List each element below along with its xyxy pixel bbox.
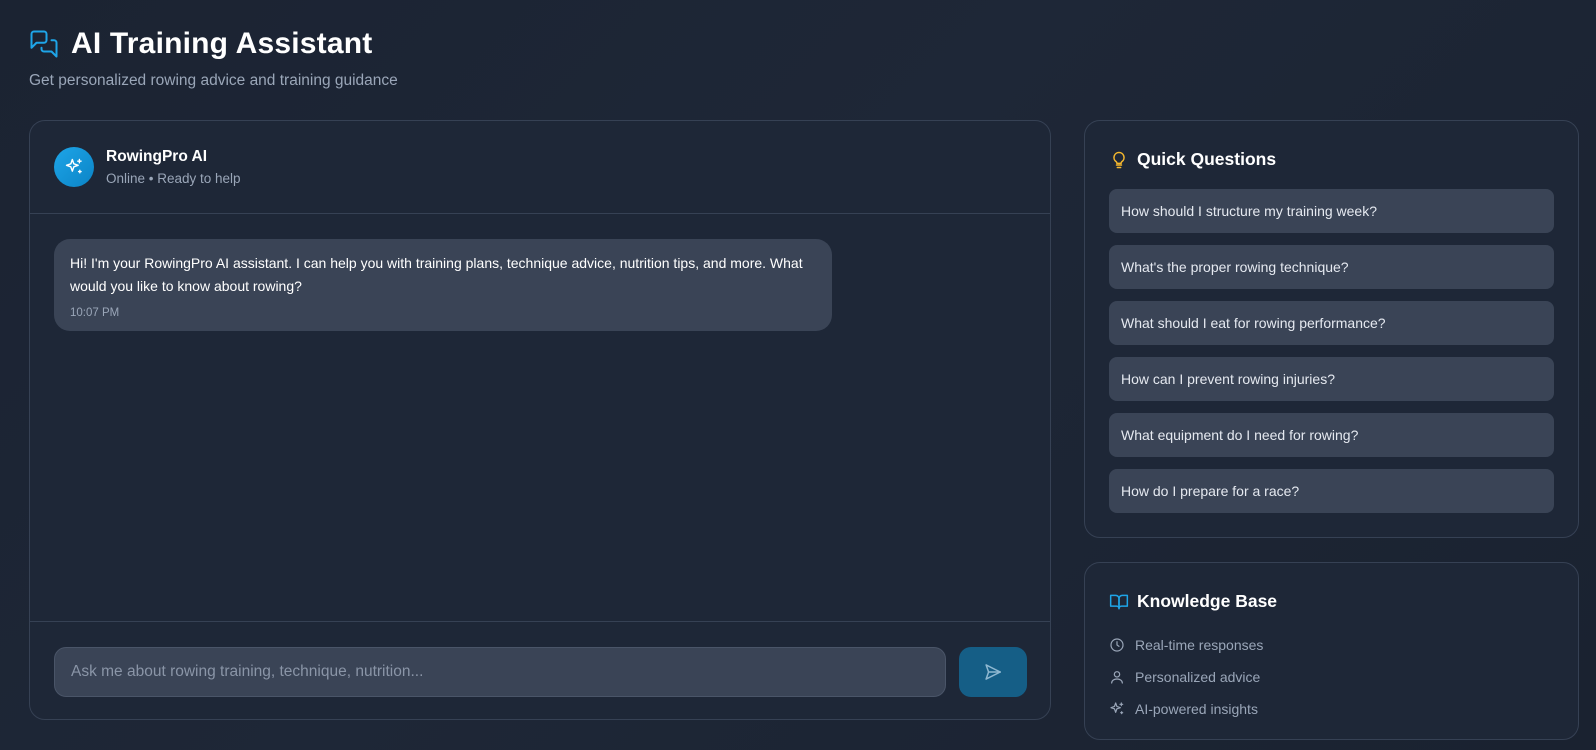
knowledge-base-title: Knowledge Base [1137,591,1278,611]
sparkles-icon [1109,701,1125,717]
send-button[interactable] [959,647,1027,697]
quick-question-button[interactable]: How can I prevent rowing injuries? [1109,357,1554,401]
bot-name: RowingPro AI [106,148,208,165]
chat-header: RowingPro AI Online • Ready to help [30,121,1050,214]
kb-item-realtime: Real-time responses [1109,629,1263,661]
bot-message: Hi! I'm your RowingPro AI assistant. I c… [54,239,832,331]
user-icon [1109,669,1125,685]
quick-question-button[interactable]: What should I eat for rowing performance… [1109,301,1554,345]
clock-icon [1109,637,1125,653]
kb-item-personalized: Personalized advice [1109,661,1263,693]
quick-questions-header: Quick Questions [1109,149,1276,170]
kb-item-label: AI-powered insights [1135,701,1258,717]
quick-questions-list: How should I structure my training week?… [1109,189,1554,525]
kb-item-ai-insights: AI-powered insights [1109,693,1263,725]
message-time: 10:07 PM [70,307,120,319]
chat-panel: RowingPro AI Online • Ready to help Hi! … [29,120,1051,720]
quick-question-button[interactable]: What's the proper rowing technique? [1109,245,1554,289]
chat-bubbles-icon [29,29,59,59]
quick-questions-title: Quick Questions [1137,149,1277,169]
quick-question-button[interactable]: How do I prepare for a race? [1109,469,1554,513]
bot-avatar [54,147,94,187]
title-row: AI Training Assistant [29,26,398,62]
input-bar [30,621,1050,721]
kb-item-label: Real-time responses [1135,637,1264,653]
sparkles-icon [64,157,84,177]
knowledge-base-list: Real-time responses Personalized advice … [1109,629,1263,725]
page-header: AI Training Assistant Get personalized r… [29,26,398,90]
knowledge-base-card: Knowledge Base Real-time responses Perso… [1084,562,1579,740]
bot-info: RowingPro AI Online • Ready to help [106,148,241,186]
page-subtitle: Get personalized rowing advice and train… [29,72,398,89]
quick-question-button[interactable]: How should I structure my training week? [1109,189,1554,233]
book-icon [1109,592,1129,612]
quick-question-button[interactable]: What equipment do I need for rowing? [1109,413,1554,457]
message-text: Hi! I'm your RowingPro AI assistant. I c… [70,255,803,294]
send-icon [983,662,1003,682]
chat-input[interactable] [54,647,946,697]
kb-item-label: Personalized advice [1135,669,1261,685]
quick-questions-card: Quick Questions How should I structure m… [1084,120,1579,538]
message-list: Hi! I'm your RowingPro AI assistant. I c… [30,214,1050,621]
page-title: AI Training Assistant [71,27,373,60]
lightbulb-icon [1109,150,1129,170]
bot-status: Online • Ready to help [106,171,241,186]
knowledge-base-header: Knowledge Base [1109,591,1277,612]
